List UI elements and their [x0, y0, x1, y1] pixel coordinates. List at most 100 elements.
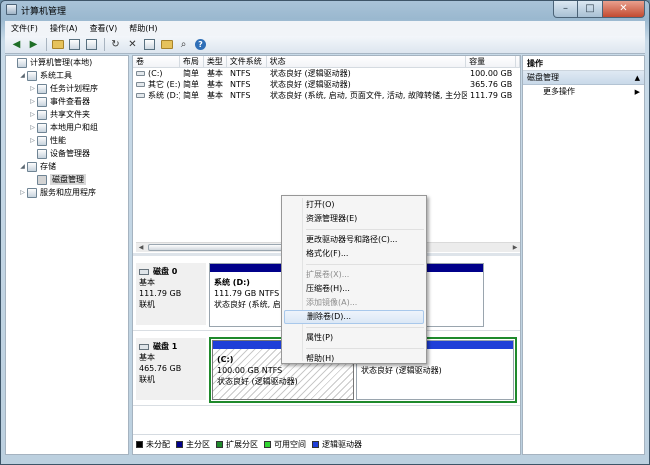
- legend-swatch: [312, 441, 319, 448]
- context-menu-item[interactable]: 删除卷(D)...: [284, 310, 424, 324]
- tree-expander-icon[interactable]: ▷: [28, 111, 37, 118]
- minimize-button[interactable]: –: [553, 1, 578, 18]
- collapse-icon[interactable]: ▲: [635, 71, 640, 85]
- tree-item-label: 本地用户和组: [50, 123, 98, 132]
- volume-cell: 状态良好 (逻辑驱动器): [267, 79, 467, 90]
- context-menu-item[interactable]: 资源管理器(E): [284, 212, 424, 226]
- column-header-volume[interactable]: 卷: [133, 56, 180, 67]
- tree-item[interactable]: ▷ 事件查看器: [6, 95, 128, 108]
- tree-item[interactable]: ▷ 共享文件夹: [6, 108, 128, 121]
- tree-item[interactable]: ▷ 本地用户和组: [6, 121, 128, 134]
- title-bar[interactable]: 计算机管理 – □ ✕: [1, 1, 649, 19]
- close-button[interactable]: ✕: [603, 1, 645, 18]
- tree-item-label: 磁盘管理: [50, 174, 86, 185]
- volume-cell: 3: [517, 79, 520, 90]
- volume-cell-text: 简单: [183, 69, 199, 78]
- menu-help[interactable]: 帮助(H): [123, 23, 163, 34]
- disk-0-info[interactable]: 磁盘 0 基本 111.79 GB 联机: [136, 263, 206, 325]
- context-menu-item[interactable]: 压缩卷(H)...: [284, 282, 424, 296]
- legend-item: 扩展分区: [216, 439, 258, 450]
- volume-cell-text: 其它 (E:): [148, 80, 180, 89]
- disk-size: 111.79 GB: [139, 289, 182, 298]
- column-header-free[interactable]: [516, 56, 520, 67]
- back-arrow-icon[interactable]: ◀: [9, 37, 24, 52]
- tree-item[interactable]: ◢ 系统工具: [6, 69, 128, 82]
- volume-row[interactable]: 系统 (D:) 简单 基本 NTFS 状态良好 (系统, 启动, 页面文件, 活动, 故…: [133, 90, 520, 101]
- context-menu-item[interactable]: 属性(P): [284, 331, 424, 345]
- properties-icon[interactable]: [84, 37, 99, 52]
- volume-row[interactable]: 其它 (E:)简单基本 NTFS 状态良好 (逻辑驱动器) 365.76 GB 3: [133, 79, 520, 90]
- menu-separator: [306, 348, 424, 349]
- context-menu-item[interactable]: 更改驱动器号和路径(C)...: [284, 233, 424, 247]
- tree-item[interactable]: ▷ 性能: [6, 134, 128, 147]
- tree-item[interactable]: ▷ 任务计划程序: [6, 82, 128, 95]
- volume-cell-text: 基本: [207, 91, 223, 100]
- legend-item: 可用空间: [264, 439, 306, 450]
- scroll-right-icon[interactable]: ▶: [510, 243, 520, 252]
- settings-icon[interactable]: [142, 37, 157, 52]
- actions-section-disk-management[interactable]: 磁盘管理 ▲: [523, 71, 644, 85]
- legend-item: 未分配: [136, 439, 170, 450]
- actions-more[interactable]: 更多操作 ▶: [523, 85, 644, 99]
- tree-item[interactable]: 磁盘管理: [6, 173, 128, 186]
- scrollbar-thumb[interactable]: [148, 244, 284, 251]
- menu-file[interactable]: 文件(F): [5, 23, 44, 34]
- tree-node-icon: [37, 135, 47, 146]
- tree-expander-icon[interactable]: ◢: [18, 72, 27, 79]
- volume-cell: 状态良好 (逻辑驱动器): [267, 68, 467, 79]
- disk-1-info[interactable]: 磁盘 1 基本 465.76 GB 联机: [136, 338, 206, 400]
- forward-arrow-icon[interactable]: ▶: [26, 37, 41, 52]
- scroll-left-icon[interactable]: ◀: [136, 243, 146, 252]
- open-folder-icon[interactable]: [159, 37, 174, 52]
- actions-pane: 操作 磁盘管理 ▲ 更多操作 ▶: [522, 55, 645, 455]
- legend-label: 逻辑驱动器: [322, 440, 362, 449]
- volume-cell: 100.00 GB: [467, 68, 517, 79]
- tree-item[interactable]: 设备管理器: [6, 147, 128, 160]
- show-tree-icon[interactable]: [67, 37, 82, 52]
- tree-node-icon: [37, 109, 47, 120]
- volume-cell: NTFS: [227, 79, 267, 90]
- tree-expander-icon[interactable]: ▷: [28, 124, 37, 131]
- context-menu-item[interactable]: 打开(O): [284, 198, 424, 212]
- maximize-button[interactable]: □: [578, 1, 603, 18]
- volume-cell-text: 基本: [207, 80, 223, 89]
- delete-icon[interactable]: ✕: [125, 37, 140, 52]
- tree-expander-icon[interactable]: ◢: [18, 163, 27, 170]
- tree-item[interactable]: 计算机管理(本地): [6, 56, 128, 69]
- toolbar-separator: [104, 38, 105, 51]
- search-icon[interactable]: ⌕: [176, 37, 191, 52]
- tree-expander-icon[interactable]: ▷: [28, 85, 37, 92]
- context-menu-item[interactable]: 格式化(F)...: [284, 247, 424, 261]
- tree-item[interactable]: ◢ 存储: [6, 160, 128, 173]
- column-header-layout[interactable]: 布局: [180, 56, 204, 67]
- context-menu-item[interactable]: 帮助(H): [284, 352, 424, 366]
- column-header-type[interactable]: 类型: [204, 56, 227, 67]
- partition-status: 状态良好 (系统, 启动: [214, 300, 289, 309]
- menu-action[interactable]: 操作(A): [44, 23, 84, 34]
- tree-item[interactable]: ▷ 服务和应用程序: [6, 186, 128, 199]
- tree-expander-icon[interactable]: ▷: [28, 137, 37, 144]
- column-header-capacity[interactable]: 容量: [466, 56, 516, 67]
- volume-cell-text: 100.00 GB: [470, 69, 513, 78]
- disk-name: 磁盘 1: [153, 342, 178, 351]
- menu-bar: 文件(F) 操作(A) 查看(V) 帮助(H): [5, 21, 645, 36]
- volume-cell-text: 系统 (D:): [148, 91, 180, 100]
- refresh-icon[interactable]: ↻: [108, 37, 123, 52]
- tree-item-label: 事件查看器: [50, 97, 90, 106]
- menu-view[interactable]: 查看(V): [84, 23, 124, 34]
- volume-cell: NTFS: [227, 90, 267, 101]
- column-header-status[interactable]: 状态: [267, 56, 467, 67]
- tree-expander-icon[interactable]: ▷: [28, 98, 37, 105]
- volume-row[interactable]: (C:) 简单基本 NTFS 状态良好 (逻辑驱动器) 100.00 GB 1: [133, 68, 520, 79]
- volume-rows: (C:)简单基本NTFS状态良好 (逻辑驱动器)100.00 GB1其它 (E:…: [133, 68, 520, 101]
- disk-size: 465.76 GB: [139, 364, 182, 373]
- up-folder-icon[interactable]: [50, 37, 65, 52]
- column-header-filesystem[interactable]: 文件系统: [227, 56, 267, 67]
- volume-cell: 3: [517, 90, 520, 101]
- volume-cell-text: 365.76 GB: [470, 80, 513, 89]
- volume-cell-text: 状态良好 (逻辑驱动器): [270, 80, 351, 89]
- legend-swatch: [264, 441, 271, 448]
- volume-cell-text: 基本: [207, 69, 223, 78]
- tree-expander-icon[interactable]: ▷: [18, 189, 27, 196]
- help-icon[interactable]: ?: [193, 37, 208, 52]
